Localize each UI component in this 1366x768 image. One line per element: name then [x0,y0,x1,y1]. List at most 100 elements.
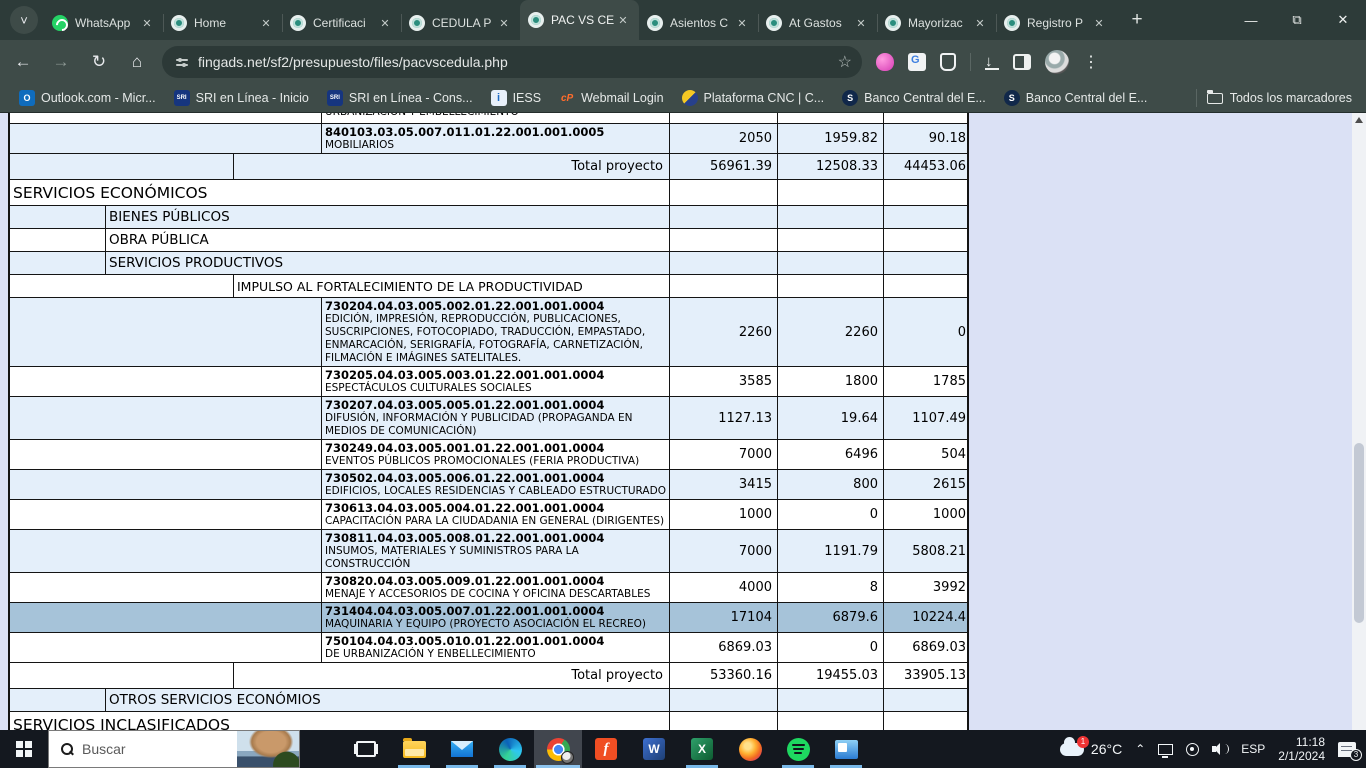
value-cell: 17104 [670,603,778,632]
tab-close-icon[interactable]: ✕ [972,15,988,31]
forward-button[interactable]: → [46,47,76,77]
window-controls: — ⧉ ✕ [1228,0,1366,40]
item-cell: 730205.04.03.005.003.01.22.001.001.0004E… [322,367,670,396]
bookmark-item[interactable]: IESS [482,86,551,110]
network-icon[interactable] [1158,744,1173,755]
table-row[interactable]: 730502.04.03.005.006.01.22.001.001.0004E… [10,470,967,500]
maximize-button[interactable]: ⧉ [1274,0,1320,40]
bookmark-item[interactable]: Banco Central del E... [995,86,1157,110]
tab-close-icon[interactable]: ✕ [377,15,393,31]
table-row[interactable]: 730249.04.03.005.001.01.22.001.001.0004E… [10,440,967,470]
bookmarks-bar: Outlook.com - Micr...SRI en Línea - Inic… [0,84,1366,113]
table-row[interactable]: 750104.04.03.005.010.01.22.001.001.0004D… [10,633,967,663]
tab-at-gastos[interactable]: At Gastos✕ [758,6,877,40]
home-button[interactable]: ⌂ [122,47,152,77]
tab-search-button[interactable]: ˅ [10,6,38,34]
tab-home[interactable]: Home✕ [163,6,282,40]
tab-close-icon[interactable]: ✕ [734,15,750,31]
table-row[interactable]: 730613.04.03.005.004.01.22.001.001.0004C… [10,500,967,530]
translate-icon[interactable] [908,53,926,71]
tab-whatsapp[interactable]: WhatsApp✕ [44,6,163,40]
start-button[interactable] [0,730,48,768]
url-text[interactable]: fingads.net/sf2/presupuesto/files/pacvsc… [198,54,830,70]
site-info-icon[interactable] [176,59,188,66]
tab-close-icon[interactable]: ✕ [496,15,512,31]
bookmark-item[interactable]: Banco Central del E... [833,86,995,110]
table-row[interactable]: 730820.04.03.005.009.01.22.001.001.0004M… [10,573,967,603]
table-row[interactable]: 730207.04.03.005.005.01.22.001.001.0004D… [10,397,967,440]
taskbar-app-blue-app[interactable] [822,730,870,768]
item-code: 750104.04.03.005.010.01.22.001.001.0004 [325,634,666,648]
scrollbar-up-arrow[interactable] [1355,117,1363,123]
back-button[interactable]: ← [8,47,38,77]
search-highlight-image[interactable] [237,731,299,767]
taskbar-app-chrome[interactable] [534,730,582,768]
value-cell: 0 [778,500,884,529]
tab-close-icon[interactable]: ✕ [258,15,274,31]
notification-center-icon[interactable]: 3 [1338,742,1356,757]
minimize-button[interactable]: — [1228,0,1274,40]
foxit-icon [595,738,617,760]
taskbar-search[interactable]: Buscar [48,730,300,768]
reload-button[interactable]: ↻ [84,47,114,77]
table-row[interactable]: 730811.04.03.005.008.01.22.001.001.0004I… [10,530,967,573]
menu-kebab-icon[interactable]: ⋮ [1083,52,1099,72]
bookmark-item[interactable]: SRI en Línea - Cons... [318,86,482,110]
bce-favicon-icon [1004,90,1020,106]
tab-cedula-p[interactable]: CEDULA P✕ [401,6,520,40]
tab-close-icon[interactable]: ✕ [615,12,631,28]
value-cell: 19.64 [778,397,884,439]
taskbar-app-firefox[interactable] [726,730,774,768]
table-row[interactable]: 730204.04.03.005.002.01.22.001.001.0004E… [10,298,967,367]
bookmark-item[interactable]: Webmail Login [550,86,672,110]
taskbar-app-file-explorer[interactable] [390,730,438,768]
speaker-icon[interactable] [1212,743,1228,755]
iess-favicon-icon [491,90,507,106]
address-bar[interactable]: fingads.net/sf2/presupuesto/files/pacvsc… [162,46,862,78]
clock[interactable]: 11:18 2/1/2024 [1278,735,1325,763]
tab-registro-p[interactable]: Registro P✕ [996,6,1115,40]
taskbar-app-excel[interactable] [678,730,726,768]
table-row[interactable]: 731404.04.03.005.007.01.22.001.001.0004M… [10,603,967,633]
tab-pac-vs-ce[interactable]: PAC VS CE✕ [520,0,639,40]
language-indicator[interactable]: ESP [1241,742,1265,756]
tab-mayorizac[interactable]: Mayorizac✕ [877,6,996,40]
meet-now-icon[interactable] [1186,743,1199,756]
sri-favicon-icon [174,90,190,106]
tab-asientos-c[interactable]: Asientos C✕ [639,6,758,40]
hidden-icons-chevron[interactable]: ⌃ [1135,742,1145,756]
profile-avatar[interactable] [1045,50,1069,74]
indent-spacer [10,229,106,251]
tab-close-icon[interactable]: ✕ [139,15,155,31]
downloads-icon[interactable]: ↓ [985,53,999,70]
bookmark-item[interactable]: Plataforma CNC | C... [673,86,834,110]
tab-close-icon[interactable]: ✕ [1091,15,1107,31]
taskbar-app-foxit[interactable] [582,730,630,768]
bookmark-item[interactable]: SRI en Línea - Inicio [165,86,318,110]
tab-certificaci[interactable]: Certificaci✕ [282,6,401,40]
all-bookmarks-button[interactable]: Todos los marcadores [1207,91,1352,105]
weather-widget[interactable]: 1 26°C [1060,741,1122,757]
bookmark-item[interactable]: Outlook.com - Micr... [10,86,165,110]
new-tab-button[interactable]: + [1123,6,1151,34]
toolbar-extensions: ↓ ⋮ [876,50,1111,74]
extension-a-icon[interactable] [876,53,894,71]
scrollbar-thumb[interactable] [1354,443,1364,623]
taskbar-app-mail[interactable] [438,730,486,768]
close-button[interactable]: ✕ [1320,0,1366,40]
side-panel-icon[interactable] [1013,54,1031,70]
table-row[interactable]: 730205.04.03.005.003.01.22.001.001.0004E… [10,367,967,397]
weather-badge: 1 [1077,736,1089,748]
item-description: MENAJE Y ACCESORIOS DE COCINA Y OFICINA … [325,588,666,601]
table-row[interactable]: 840103.03.05.007.011.01.22.001.001.0005M… [10,124,967,154]
taskbar-app-spotify[interactable] [774,730,822,768]
taskbar-app-edge[interactable] [486,730,534,768]
taskbar-app-word[interactable] [630,730,678,768]
table-row: SERVICIOS PRODUCTIVOS [10,252,967,275]
extension-b-icon[interactable] [940,53,956,71]
page-content: URBANIZACIÓN Y EMBELLECIMIENTO840103.03.… [0,113,1366,730]
tab-close-icon[interactable]: ✕ [853,15,869,31]
taskbar-app-task-view[interactable] [342,730,390,768]
page-scrollbar[interactable] [1352,113,1366,730]
bookmark-star-icon[interactable]: ☆ [838,52,852,72]
